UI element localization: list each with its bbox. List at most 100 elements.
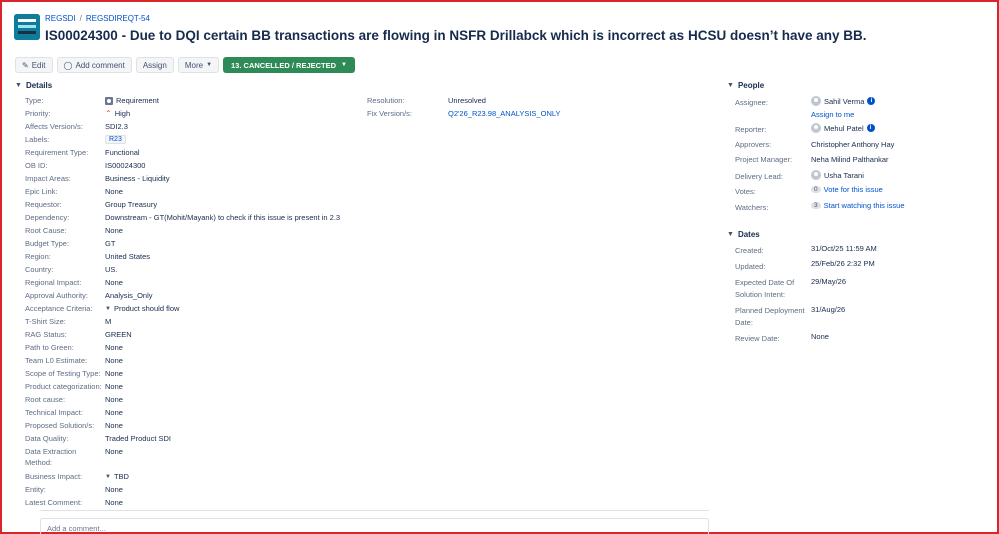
more-button[interactable]: More ▼ [177,57,220,73]
field-label-latest-comment: Latest Comment: [25,498,83,507]
field-value-labels: R23 [105,135,126,144]
field-value-business-impact: ▼ TBD [105,472,129,481]
reporter-label: Reporter: [735,125,767,134]
field-label-country: Country: [25,265,54,274]
project-manager-value: Neha Milind Palthankar [811,155,889,164]
votes-count-badge: 0 [811,186,821,193]
issue-toolbar: ✎ Edit ◯ Add comment Assign More ▼ 13. C… [15,57,355,73]
field-value-dependency: Downstream - GT(Mohit/Mayank) to check i… [105,213,340,222]
breadcrumb-issue-link[interactable]: REGSDIREQT-54 [86,14,150,23]
field-label-budget-type: Budget Type: [25,239,70,248]
field-value-requestor: Group Treasury [105,200,157,209]
field-value-text: GT [105,239,116,248]
issue-title[interactable]: IS00024300 - Due to DQI certain BB trans… [45,28,866,43]
field-value-resolution: Unresolved [448,96,486,105]
requirement-icon [105,96,113,105]
assign-to-me-link[interactable]: Assign to me [811,110,854,119]
field-value-text: None [105,226,123,235]
add-comment-button[interactable]: ◯ Add comment [56,57,132,73]
field-value-text: None [105,187,123,196]
field-value-root-cause: None [105,226,123,235]
votes-label: Votes: [735,187,756,196]
edit-button[interactable]: ✎ Edit [15,57,53,73]
dates-heading: Dates [737,230,760,239]
avatar [811,96,821,106]
field-value-text: M [105,317,112,326]
delivery-lead-label: Delivery Lead: [735,172,783,181]
people-section-toggle[interactable]: ▼ People [727,81,764,90]
field-value-entity: None [105,485,123,494]
priority-high-icon: ⌃ [105,109,112,118]
field-value-text: Functional [105,148,140,157]
field-value-text: None [105,382,123,391]
details-section-toggle[interactable]: ▼ Details [15,81,52,90]
add-comment-input[interactable]: Add a comment... [40,518,709,534]
field-value-text: None [105,343,123,352]
assign-button-label: Assign [142,60,167,70]
watch-link[interactable]: Start watching this issue [824,201,905,210]
avatar [811,123,821,133]
status-label: 13. CANCELLED / REJECTED [231,60,337,70]
field-label-labels: Labels: [25,135,50,144]
field-label-scope-of-testing-type: Scope of Testing Type: [25,369,101,378]
field-label-proposed-solution-s: Proposed Solution/s: [25,421,95,430]
chevron-down-icon: ▼ [727,82,734,89]
field-label-region: Region: [25,252,51,261]
updated-label: Updated: [735,262,766,271]
field-value-text: None [105,395,123,404]
field-value-text: Group Treasury [105,200,158,209]
reporter-value[interactable]: Mehul Patel i [811,123,875,133]
project-avatar-icon[interactable] [14,14,40,40]
field-value-text: TBD [113,472,129,481]
field-label-product-categorization: Product categorization: [25,382,102,391]
chevron-down-icon[interactable]: ▼ [105,306,111,312]
chevron-down-icon[interactable]: ▼ [105,474,111,480]
review-date-value: None [811,332,829,341]
field-value-text: US. [105,265,118,274]
field-value-text: Analysis_Only [105,291,153,300]
field-value-text: None [105,356,123,365]
field-value-regional-impact: None [105,278,123,287]
field-label-fix-version: Fix Version/s: [367,109,413,118]
field-value-epic-link: None [105,187,123,196]
workflow-status-button[interactable]: 13. CANCELLED / REJECTED ▼ [223,57,355,73]
field-value-text: Traded Product SDI [105,434,172,443]
approvers-label: Approvers: [735,140,772,149]
watchers-label: Watchers: [735,203,769,212]
field-label-affects-version-s: Affects Version/s: [25,122,83,131]
assignee-label: Assignee: [735,98,768,107]
field-value-text: None [105,278,123,287]
info-icon[interactable]: i [867,97,876,105]
field-label-business-impact: Business Impact: [25,472,83,481]
chevron-down-icon: ▼ [341,62,347,68]
field-value-text[interactable]: R23 [105,135,126,144]
add-comment-button-label: Add comment [75,60,125,70]
field-value-fix-version[interactable]: Q2'26_R23.98_ANALYSIS_ONLY [448,109,560,118]
votes-value: 0 Vote for this issue [811,185,883,194]
field-label-data-extraction-line2: Method: [25,458,53,467]
field-value-text: None [105,485,123,494]
dates-section-toggle[interactable]: ▼ Dates [727,230,760,239]
details-heading: Details [25,81,53,90]
breadcrumb: REGSDI / REGSDIREQT-54 [45,14,150,23]
field-value-text: None [105,447,123,456]
field-value-text: GREEN [105,330,132,339]
field-value-affects-version-s: SDI2.3 [105,122,128,131]
info-icon[interactable]: i [866,124,875,132]
field-label-epic-link: Epic Link: [25,187,58,196]
field-value-text: None [105,498,123,507]
field-value-data-extraction: None [105,447,123,456]
assignee-value[interactable]: Sahil Verma i [811,96,876,106]
breadcrumb-project-link[interactable]: REGSDI [45,14,76,23]
field-label-data-quality: Data Quality: [25,434,69,443]
field-value-rag-status: GREEN [105,330,132,339]
field-label-type: Type: [25,96,44,105]
field-value-text: None [105,369,123,378]
field-label-priority: Priority: [25,109,51,118]
vote-link[interactable]: Vote for this issue [824,185,883,194]
field-label-dependency: Dependency: [25,213,70,222]
assign-button[interactable]: Assign [135,57,174,73]
field-label-root-cause: Root Cause: [25,226,67,235]
delivery-lead-value[interactable]: Usha Tarani [811,170,864,180]
expected-date-label-line1: Expected Date Of [735,278,795,287]
